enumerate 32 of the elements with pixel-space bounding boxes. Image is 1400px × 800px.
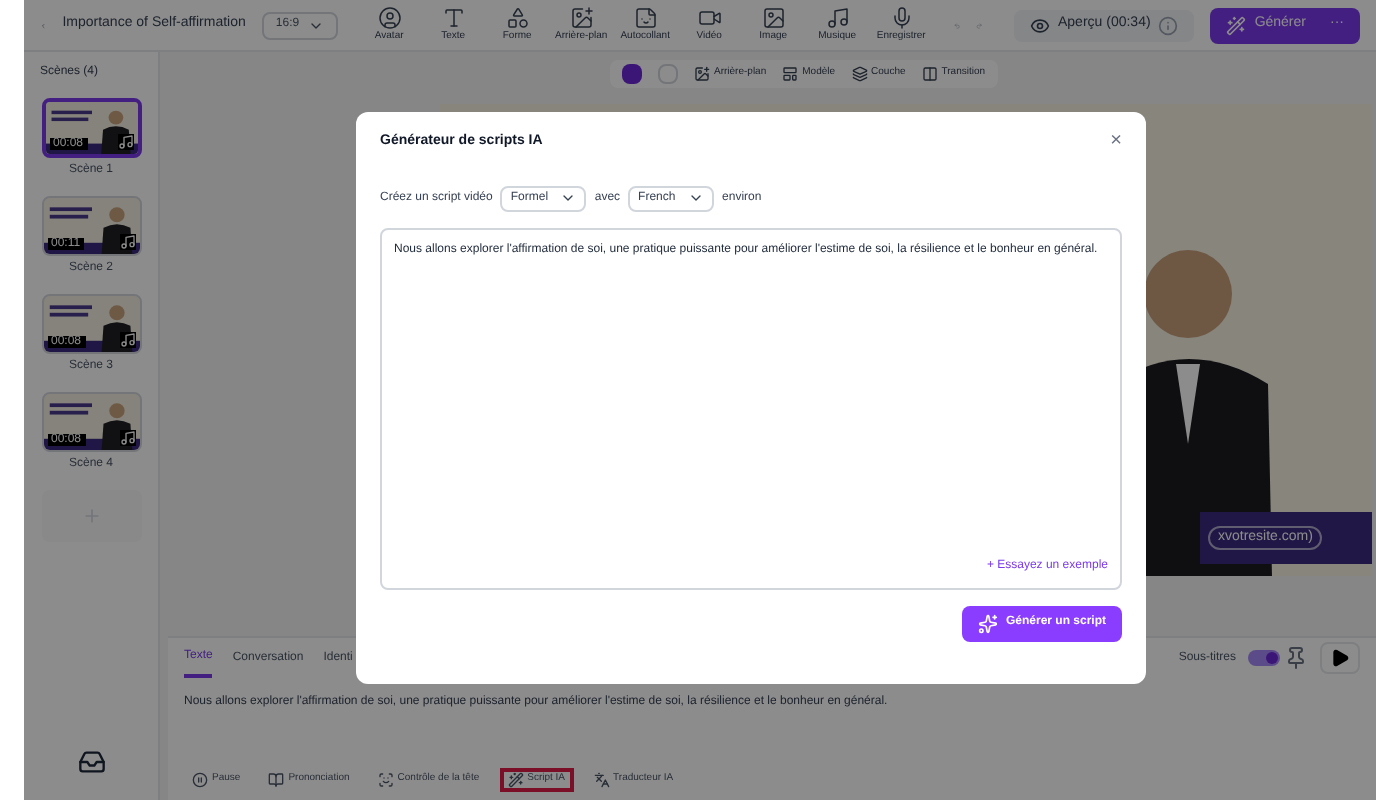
tool-icon bbox=[268, 772, 285, 788]
caret-icon bbox=[688, 190, 705, 206]
tool-icon bbox=[569, 5, 594, 30]
tool-icon bbox=[507, 772, 524, 788]
tool-icon bbox=[633, 5, 658, 30]
inbox-icon[interactable] bbox=[77, 748, 105, 776]
tool-icon bbox=[889, 5, 914, 30]
wand-icon bbox=[1226, 15, 1247, 35]
play-button[interactable] bbox=[1320, 642, 1360, 674]
tool-icon bbox=[825, 5, 850, 30]
tool-icon bbox=[851, 66, 868, 82]
pin-icon[interactable] bbox=[1284, 646, 1308, 670]
tool-icon bbox=[505, 5, 530, 30]
tool-icon bbox=[921, 66, 938, 82]
eye-icon bbox=[1030, 15, 1050, 35]
color-swatch[interactable] bbox=[622, 64, 642, 84]
tool-icon bbox=[377, 772, 394, 788]
tool-icon bbox=[694, 66, 710, 82]
tool-icon bbox=[441, 5, 466, 30]
info-icon bbox=[1158, 15, 1179, 35]
tool-icon bbox=[697, 5, 722, 30]
tool-icon bbox=[377, 5, 402, 30]
tool-icon bbox=[593, 772, 610, 788]
caret-icon bbox=[560, 190, 577, 206]
tool-icon bbox=[782, 66, 799, 82]
color-swatch[interactable] bbox=[658, 64, 678, 84]
tool-icon bbox=[192, 772, 208, 788]
subtitles-toggle[interactable] bbox=[1248, 650, 1280, 666]
tool-icon bbox=[761, 5, 786, 30]
close-button[interactable]: × bbox=[1110, 132, 1122, 153]
sparkle-icon bbox=[977, 613, 998, 633]
play-icon bbox=[1330, 648, 1350, 668]
